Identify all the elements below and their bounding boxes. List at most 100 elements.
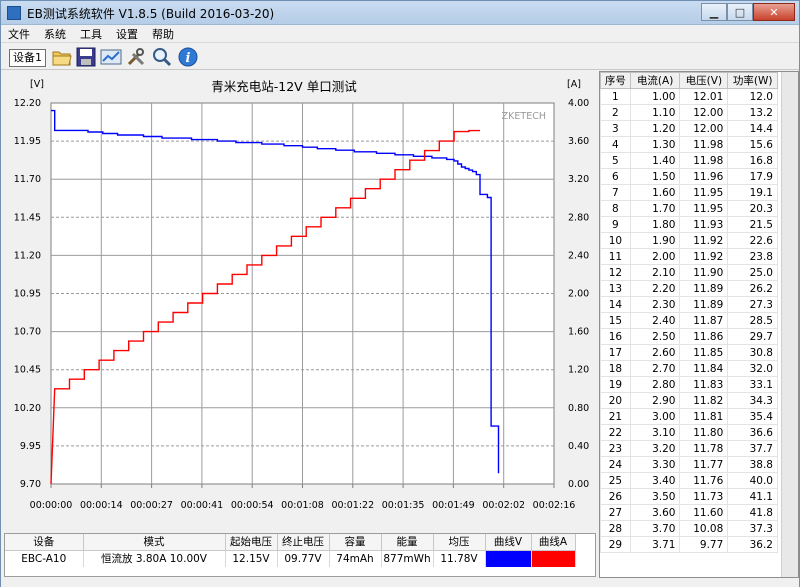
menu-help[interactable]: 帮助: [145, 25, 181, 42]
summary-end-voltage: 09.77V: [277, 550, 330, 567]
cell-voltage: 11.81: [679, 408, 729, 425]
curve-v-color-swatch[interactable]: [485, 550, 531, 567]
table-row[interactable]: 26 3.50 11.73 41.1: [600, 488, 778, 505]
table-row[interactable]: 18 2.70 11.84 32.0: [600, 360, 778, 377]
cell-power: 12.0: [727, 88, 778, 105]
table-row[interactable]: 3 1.20 12.00 14.4: [600, 120, 778, 137]
summary-mode-header: 模式: [83, 534, 226, 551]
menu-file[interactable]: 文件: [1, 25, 37, 42]
table-row[interactable]: 29 3.71 9.77 36.2: [600, 536, 778, 553]
table-row[interactable]: 2 1.10 12.00 13.2: [600, 104, 778, 121]
chart-icon[interactable]: [100, 46, 122, 68]
table-row[interactable]: 20 2.90 11.82 34.3: [600, 392, 778, 409]
table-row[interactable]: 13 2.20 11.89 26.2: [600, 280, 778, 297]
open-folder-icon[interactable]: [51, 46, 73, 68]
col-current-header[interactable]: 电流(A): [629, 72, 681, 89]
cell-voltage: 11.80: [679, 424, 729, 441]
cell-voltage: 11.86: [679, 328, 729, 345]
table-row[interactable]: 28 3.70 10.08 37.3: [600, 520, 778, 537]
table-row[interactable]: 15 2.40 11.87 28.5: [600, 312, 778, 329]
left-axis-tick-label: 10.70: [14, 327, 41, 338]
cell-voltage: 11.77: [679, 456, 729, 473]
window-controls: ▁ □ ✕: [701, 3, 795, 21]
cell-voltage: 11.89: [679, 296, 729, 313]
cell-power: 37.3: [727, 520, 778, 537]
cell-voltage: 11.73: [679, 488, 729, 505]
table-row[interactable]: 17 2.60 11.85 30.8: [600, 344, 778, 361]
cell-current: 3.30: [629, 456, 681, 473]
col-index-header[interactable]: 序号: [600, 72, 631, 89]
right-axis-unit: [A]: [567, 79, 581, 90]
left-axis-tick-label: 9.95: [20, 441, 41, 452]
cell-index: 19: [600, 376, 631, 393]
table-row[interactable]: 14 2.30 11.89 27.3: [600, 296, 778, 313]
cell-power: 19.1: [727, 184, 778, 201]
cell-current: 3.50: [629, 488, 681, 505]
test-chart[interactable]: 青米充电站-12V 单口测试 [V] [A] 12.20 11.95 11.70 11…: [4, 71, 596, 531]
table-row[interactable]: 5 1.40 11.98 16.8: [600, 152, 778, 169]
cell-current: 1.20: [629, 120, 681, 137]
menu-settings[interactable]: 设置: [109, 25, 145, 42]
table-row[interactable]: 8 1.70 11.95 20.3: [600, 200, 778, 217]
cell-index: 28: [600, 520, 631, 537]
info-icon[interactable]: i: [177, 46, 199, 68]
cell-power: 41.1: [727, 488, 778, 505]
maximize-button[interactable]: □: [727, 3, 753, 21]
summary-start-voltage-header: 起始电压: [225, 534, 278, 551]
curve-a-color-swatch[interactable]: [531, 550, 575, 567]
cell-index: 26: [600, 488, 631, 505]
minimize-button[interactable]: ▁: [701, 3, 727, 21]
table-row[interactable]: 9 1.80 11.93 21.5: [600, 216, 778, 233]
cell-power: 33.1: [727, 376, 778, 393]
menu-tools[interactable]: 工具: [73, 25, 109, 42]
table-row[interactable]: 1 1.00 12.01 12.0: [600, 88, 778, 105]
right-axis-tick-label: 1.60: [568, 327, 589, 338]
cell-current: 3.10: [629, 424, 681, 441]
col-voltage-header[interactable]: 电压(V): [679, 72, 729, 89]
left-axis-tick-label: 10.20: [14, 403, 41, 414]
menu-system[interactable]: 系统: [37, 25, 73, 42]
table-row[interactable]: 23 3.20 11.78 37.7: [600, 440, 778, 457]
cell-voltage: 11.90: [679, 264, 729, 281]
table-row[interactable]: 16 2.50 11.86 29.7: [600, 328, 778, 345]
cell-power: 37.7: [727, 440, 778, 457]
table-row[interactable]: 11 2.00 11.92 23.8: [600, 248, 778, 265]
cell-current: 3.71: [629, 536, 681, 553]
x-axis-tick-label: 00:01:08: [281, 500, 324, 511]
table-row[interactable]: 4 1.30 11.98 15.6: [600, 136, 778, 153]
tools-icon[interactable]: [125, 46, 147, 68]
table-row[interactable]: 27 3.60 11.60 41.8: [600, 504, 778, 521]
search-icon[interactable]: [151, 46, 173, 68]
cell-index: 10: [600, 232, 631, 249]
cell-voltage: 11.82: [679, 392, 729, 409]
summary-mode-params: 3.80A 10.00V: [135, 553, 207, 566]
cell-index: 16: [600, 328, 631, 345]
cell-current: 1.80: [629, 216, 681, 233]
cell-index: 3: [600, 120, 631, 137]
table-row[interactable]: 6 1.50 11.96 17.9: [600, 168, 778, 185]
table-row[interactable]: 19 2.80 11.83 33.1: [600, 376, 778, 393]
cell-power: 32.0: [727, 360, 778, 377]
table-row[interactable]: 24 3.30 11.77 38.8: [600, 456, 778, 473]
x-axis-tick-label: 00:00:14: [80, 500, 123, 511]
table-row[interactable]: 21 3.00 11.81 35.4: [600, 408, 778, 425]
right-axis-tick-label: 3.60: [568, 136, 589, 147]
cell-power: 28.5: [727, 312, 778, 329]
cell-voltage: 11.84: [679, 360, 729, 377]
table-row[interactable]: 25 3.40 11.76 40.0: [600, 472, 778, 489]
table-row[interactable]: 22 3.10 11.80 36.6: [600, 424, 778, 441]
close-button[interactable]: ✕: [753, 3, 795, 21]
curve-a-swatch-cell[interactable]: [531, 550, 576, 567]
col-power-header[interactable]: 功率(W): [727, 72, 778, 89]
save-icon[interactable]: [75, 46, 97, 68]
table-row[interactable]: 10 1.90 11.92 22.6: [600, 232, 778, 249]
table-row[interactable]: 12 2.10 11.90 25.0: [600, 264, 778, 281]
cell-current: 3.40: [629, 472, 681, 489]
chart-panel: 青米充电站-12V 单口测试 [V] [A] 12.20 11.95 11.70 11…: [4, 71, 596, 531]
curve-v-swatch-cell[interactable]: [485, 550, 532, 567]
table-row[interactable]: 7 1.60 11.95 19.1: [600, 184, 778, 201]
readings-scrollbar[interactable]: [781, 72, 798, 577]
device-selector-button[interactable]: 设备1: [9, 49, 46, 67]
cell-power: 15.6: [727, 136, 778, 153]
cell-power: 14.4: [727, 120, 778, 137]
